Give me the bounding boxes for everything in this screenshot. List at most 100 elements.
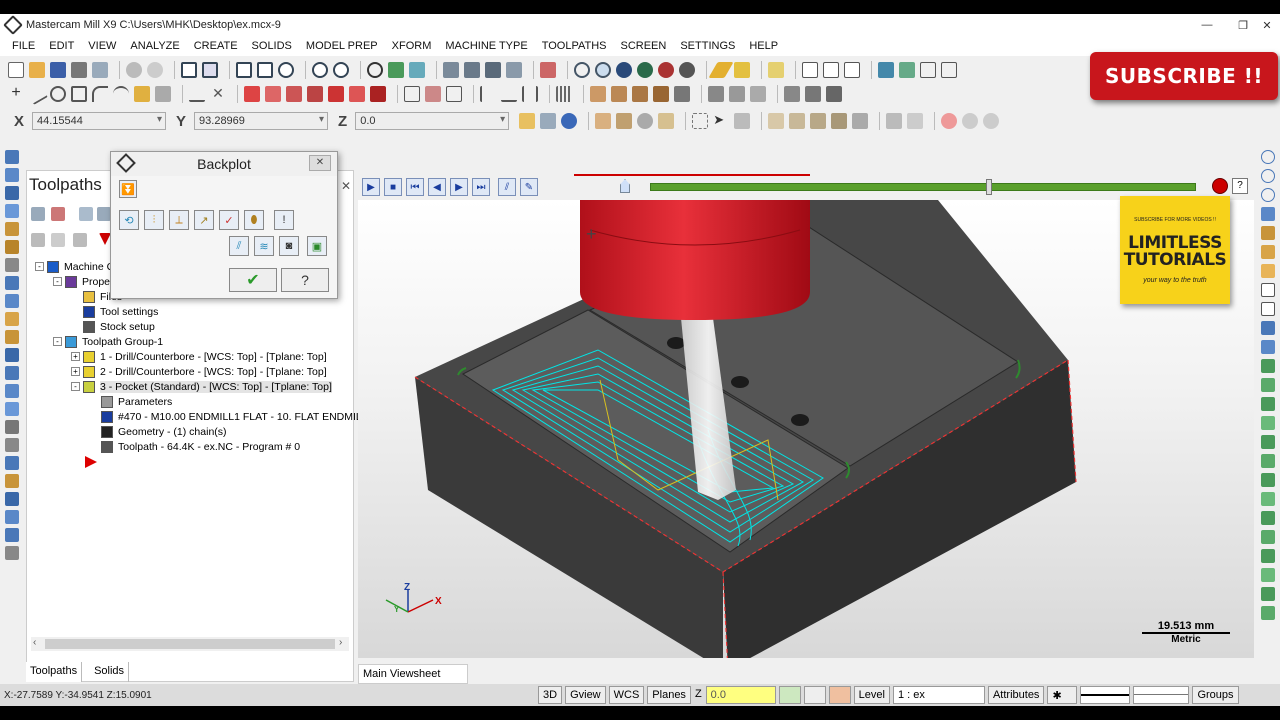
cube-iso-icon[interactable]	[506, 62, 522, 78]
post-icon[interactable]	[784, 86, 800, 102]
progress-handle[interactable]	[986, 179, 992, 195]
main-viewsheet-tab[interactable]: Main Viewsheet	[358, 664, 468, 684]
gview-button[interactable]: Gview	[565, 686, 606, 704]
xform-scale-icon[interactable]	[307, 86, 323, 102]
verify-icon[interactable]	[708, 86, 724, 102]
left-tool-7-icon[interactable]	[5, 258, 19, 272]
apply-circle-icon[interactable]	[962, 113, 979, 129]
clear-selection-icon[interactable]	[637, 113, 654, 129]
progress-track[interactable]	[650, 183, 1196, 191]
result-select-icon[interactable]	[907, 113, 924, 129]
right-tool-23-icon[interactable]	[1261, 568, 1275, 582]
fillet-icon[interactable]	[92, 86, 108, 102]
chain-select-icon[interactable]	[734, 113, 751, 129]
left-tool-19-icon[interactable]	[5, 474, 19, 488]
play-icon[interactable]: ▶	[362, 178, 380, 196]
tree-expander-icon[interactable]: -	[71, 382, 80, 391]
left-tool-16-icon[interactable]	[5, 420, 19, 434]
left-tool-17-icon[interactable]	[5, 438, 19, 452]
surface-rough-icon[interactable]	[674, 86, 690, 102]
right-tool-13-icon[interactable]	[1261, 378, 1275, 392]
menu-analyze[interactable]: ANALYZE	[128, 38, 181, 54]
window-select-icon[interactable]	[692, 113, 709, 129]
measure-icon[interactable]	[844, 62, 860, 78]
tree-expander-icon[interactable]: +	[71, 367, 80, 376]
tool-icon[interactable]: ⟂	[169, 210, 189, 230]
select-all-icon[interactable]	[595, 113, 612, 129]
screenshot-icon[interactable]: ◙	[279, 236, 299, 256]
scroll-left-icon[interactable]: ‹	[33, 637, 36, 648]
skip-end-icon[interactable]: ⏭	[472, 178, 490, 196]
stop-icon[interactable]: ■	[384, 178, 402, 196]
attributes-button[interactable]: Attributes	[987, 686, 1045, 704]
menu-file[interactable]: FILE	[10, 38, 37, 54]
repaint-icon[interactable]	[202, 62, 218, 78]
tree-expander-icon[interactable]: +	[71, 352, 80, 361]
right-tool-18-icon[interactable]	[1261, 473, 1275, 487]
hidden-lines-icon[interactable]	[679, 62, 695, 78]
menu-help[interactable]: HELP	[747, 38, 780, 54]
zoom-target-icon[interactable]	[257, 62, 273, 78]
stop-conditions-icon[interactable]	[1212, 178, 1228, 194]
spline-icon[interactable]	[113, 86, 129, 102]
right-tool-19-icon[interactable]	[1261, 492, 1275, 506]
xform-mirror-icon[interactable]	[244, 86, 260, 102]
left-tool-9-icon[interactable]	[5, 294, 19, 308]
left-tool-3-icon[interactable]	[5, 186, 19, 200]
left-tool-18-icon[interactable]	[5, 456, 19, 470]
simulate-icon[interactable]	[750, 86, 766, 102]
save-icon[interactable]	[50, 62, 66, 78]
right-tool-7-icon[interactable]	[1261, 264, 1275, 278]
menu-machine-type[interactable]: MACHINE TYPE	[443, 38, 529, 54]
zoom-window-icon[interactable]	[236, 62, 252, 78]
right-tool-22-icon[interactable]	[1261, 549, 1275, 563]
help-icon[interactable]	[802, 62, 818, 78]
right-tool-21-icon[interactable]	[1261, 530, 1275, 544]
face-icon[interactable]	[653, 86, 669, 102]
right-tool-8-icon[interactable]	[1261, 283, 1275, 297]
right-tool-4-icon[interactable]	[1261, 207, 1275, 221]
tab-solids[interactable]: Solids	[90, 662, 130, 682]
menu-settings[interactable]: SETTINGS	[678, 38, 737, 54]
tree-item[interactable]: Geometry - (1) chain(s)	[89, 424, 227, 439]
horizontal-scrollbar[interactable]: ‹ ›	[31, 637, 349, 651]
selection-mask-icon[interactable]	[658, 113, 675, 129]
left-tool-20-icon[interactable]	[5, 492, 19, 506]
open-file-icon[interactable]	[29, 62, 45, 78]
unzoom-icon[interactable]	[312, 62, 328, 78]
drill-icon[interactable]	[590, 86, 606, 102]
layout-icon[interactable]	[920, 62, 936, 78]
pencil-icon[interactable]	[708, 62, 734, 78]
right-tool-24-icon[interactable]	[1261, 587, 1275, 601]
right-tool-5-icon[interactable]	[1261, 226, 1275, 240]
left-tool-23-icon[interactable]	[5, 546, 19, 560]
xform-array-icon[interactable]	[349, 86, 365, 102]
undo-icon[interactable]	[126, 62, 142, 78]
left-tool-5-icon[interactable]	[5, 222, 19, 236]
z-depth-field[interactable]: 0.0	[705, 686, 776, 704]
settings-icon[interactable]	[878, 62, 894, 78]
x-coord-field[interactable]: 44.15544	[32, 112, 167, 130]
pocket-icon[interactable]	[632, 86, 648, 102]
right-tool-2-icon[interactable]	[1261, 169, 1275, 183]
level-button[interactable]: Level	[853, 686, 890, 704]
xform-translate-icon[interactable]	[286, 86, 302, 102]
rapid-moves-icon[interactable]: ↗	[194, 210, 214, 230]
grid-icon[interactable]	[941, 62, 957, 78]
surface-color-icon[interactable]	[828, 686, 851, 704]
zoom-out-icon[interactable]	[333, 62, 349, 78]
left-tool-22-icon[interactable]	[5, 528, 19, 542]
trails-icon[interactable]: ⫽	[498, 178, 516, 196]
help-gray-circle-icon[interactable]	[983, 113, 1000, 129]
left-tool-11-icon[interactable]	[5, 330, 19, 344]
parallel-dimension-icon[interactable]	[522, 86, 538, 102]
trails-option-icon[interactable]: ⫽	[229, 236, 249, 256]
right-tool-14-icon[interactable]	[1261, 397, 1275, 411]
zoom-in-icon[interactable]	[278, 62, 294, 78]
display-tool-icon[interactable]: ⟲	[119, 210, 139, 230]
verify-selection-icon[interactable]	[852, 113, 869, 129]
grid-snap-icon[interactable]	[556, 86, 572, 102]
solid-icon[interactable]	[155, 86, 171, 102]
tab-toolpaths[interactable]: Toolpaths	[26, 662, 83, 682]
3d-button[interactable]: 3D	[538, 686, 563, 704]
